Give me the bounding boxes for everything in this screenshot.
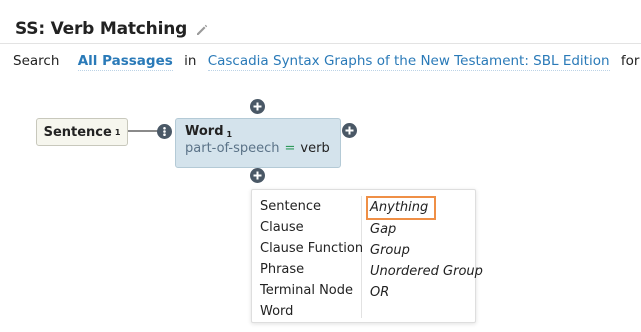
menu-item-unordered-group[interactable]: Unordered Group (370, 261, 483, 282)
menu-item-or[interactable]: OR (370, 282, 483, 303)
for-label: for (620, 53, 640, 69)
menu-item-clause-function[interactable]: Clause Function (260, 238, 363, 259)
sentence-node-label: Sentence (43, 124, 112, 140)
search-bar: Search All Passages in Cascadia Syntax G… (13, 53, 641, 71)
sentence-node-index: 1 (114, 127, 121, 137)
menu-item-sentence[interactable]: Sentence (260, 196, 363, 217)
page-title: SS: Verb Matching (15, 19, 188, 39)
word-node-index: 1 (226, 130, 233, 139)
constraint-property: part-of-speech (185, 141, 280, 156)
menu-item-word[interactable]: Word (260, 301, 363, 322)
menu-node-types: Sentence Clause Clause Function Phrase T… (260, 196, 363, 322)
pencil-icon[interactable] (195, 22, 209, 36)
connector-handle-icon[interactable] (157, 124, 172, 139)
menu-item-terminal-node[interactable]: Terminal Node (260, 280, 363, 301)
title-divider (0, 43, 641, 44)
in-label: in (184, 53, 197, 69)
search-label: Search (13, 53, 60, 69)
menu-item-clause[interactable]: Clause (260, 217, 363, 238)
menu-item-anything[interactable]: Anything (365, 196, 437, 220)
add-below-icon[interactable] (250, 168, 265, 183)
add-node-menu: Sentence Clause Clause Function Phrase T… (251, 189, 483, 323)
scope-link[interactable]: All Passages (77, 53, 173, 71)
word-node[interactable]: Word 1 part-of-speech = verb (175, 118, 341, 168)
constraint-operator: = (284, 141, 296, 156)
menu-item-gap[interactable]: Gap (370, 219, 483, 240)
add-right-icon[interactable] (342, 123, 357, 138)
word-constraint[interactable]: part-of-speech = verb (185, 141, 340, 156)
word-node-label: Word (185, 124, 224, 139)
menu-item-phrase[interactable]: Phrase (260, 259, 363, 280)
sentence-node[interactable]: Sentence 1 (36, 118, 128, 146)
menu-item-group[interactable]: Group (370, 240, 483, 261)
constraint-value: verb (300, 141, 330, 156)
title-row: SS: Verb Matching (15, 16, 209, 42)
resource-link[interactable]: Cascadia Syntax Graphs of the New Testam… (207, 53, 610, 71)
add-above-icon[interactable] (250, 99, 265, 114)
menu-special-types: Anything Gap Group Unordered Group OR (365, 196, 483, 303)
